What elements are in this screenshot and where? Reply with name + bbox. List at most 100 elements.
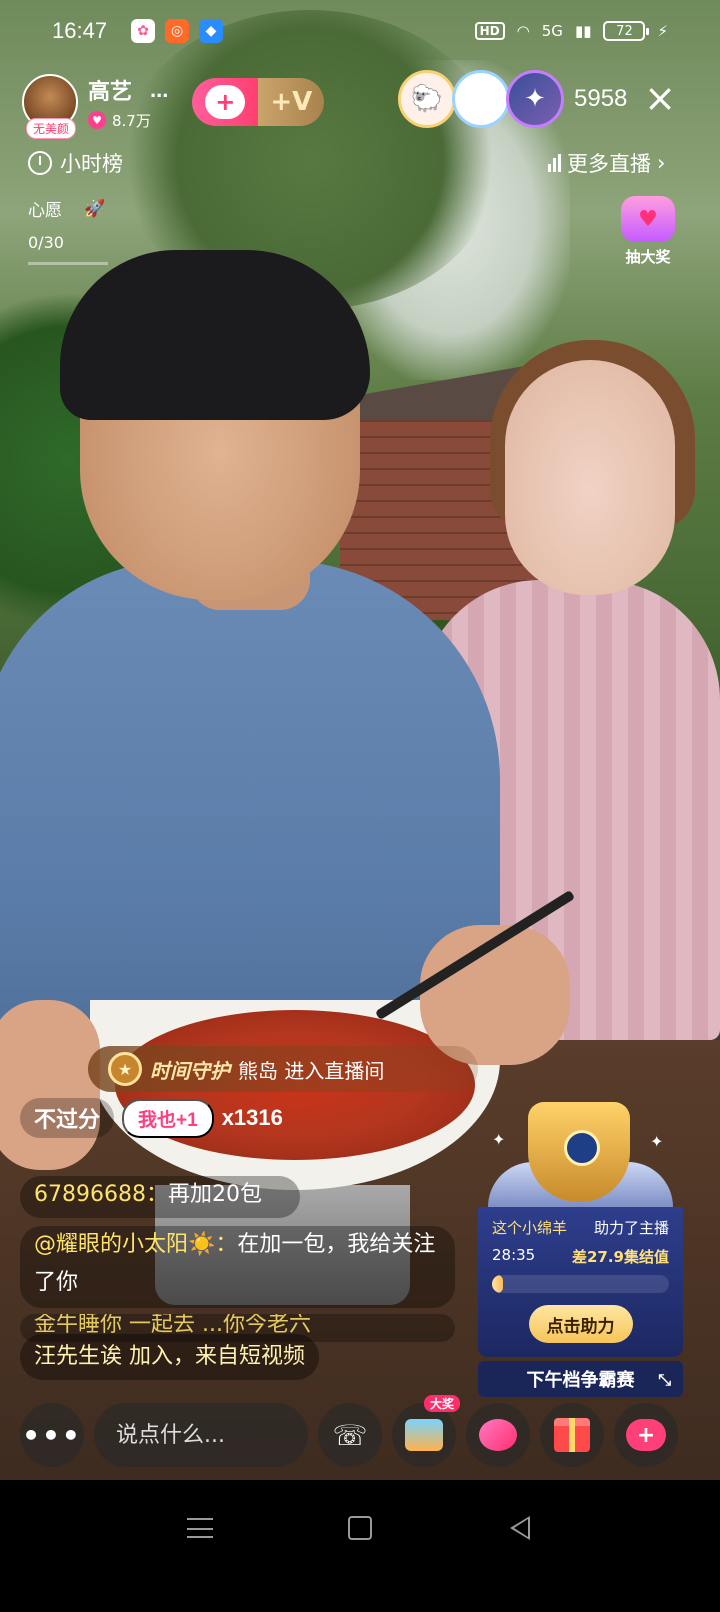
contest-timer: 28:35 xyxy=(492,1246,536,1264)
follow-button[interactable]: + xyxy=(192,78,259,126)
fans-count: 8.7万 xyxy=(112,111,151,130)
woman-face xyxy=(505,360,675,595)
viewer-count[interactable]: 5958 xyxy=(574,85,627,113)
viewer-avatar-anime[interactable]: ✦ xyxy=(506,70,564,128)
host-info-pill[interactable]: 无美颜 高艺 ... ♥ 8.7万 + +V xyxy=(22,72,325,139)
chat-separator: ： xyxy=(215,1232,238,1257)
contest-body: 这个小绵羊 助力了主播 28:35 差27.9集结值 点击助力 xyxy=(478,1207,683,1357)
contest-stats-row: 28:35 差27.9集结值 xyxy=(492,1246,669,1267)
home-button[interactable] xyxy=(340,1508,380,1548)
guard-title: 时间守护 xyxy=(150,1058,230,1083)
combo-text: 不过分 xyxy=(20,1098,115,1138)
host-name: 高艺 ... xyxy=(88,74,168,106)
more-live-button[interactable]: 更多直播 › xyxy=(548,148,665,178)
kuaishou-app-icon: ◎ xyxy=(165,19,190,43)
clock-icon xyxy=(28,151,52,175)
heart-plus-icon: + xyxy=(205,85,246,119)
viewer-avatar-cat[interactable]: 🐱 xyxy=(452,70,510,128)
recent-apps-button[interactable] xyxy=(180,1508,220,1548)
more-dots-icon: ••• xyxy=(22,1418,82,1452)
battery-icon: 72 xyxy=(603,21,650,41)
home-icon xyxy=(348,1516,372,1540)
signal-bars-icon: ▮▮ xyxy=(574,22,592,40)
chat-separator: ： xyxy=(145,1182,168,1207)
back-triangle-icon xyxy=(510,1516,530,1540)
guard-entry-banner: ★ 时间守护 熊岛 进入直播间 xyxy=(88,1046,478,1092)
guard-message: 熊岛 进入直播间 xyxy=(238,1058,385,1083)
back-button[interactable] xyxy=(500,1508,540,1548)
gift-button[interactable] xyxy=(540,1403,604,1467)
contest-progress-bar xyxy=(492,1275,669,1293)
bars-icon xyxy=(548,154,561,172)
chat-text: 再加20包 xyxy=(168,1182,262,1207)
wish-widget[interactable]: 心愿 🚀 0/30 xyxy=(28,196,108,265)
join-message: 汪先生诶 加入，来自短视频 xyxy=(20,1334,319,1380)
lottery-button[interactable]: ♥ 抽大奖 xyxy=(618,196,678,267)
contest-card[interactable]: ✦ ✦ 这个小绵羊 助力了主播 28:35 差27.9集结值 点击助力 下午档争… xyxy=(478,1102,683,1397)
chat-message[interactable]: @耀眼的小太阳☀️：在加一包，我给关注了你 xyxy=(20,1226,455,1308)
help-boost-button[interactable]: 点击助力 xyxy=(528,1305,633,1343)
signal-5g-icon: 5G xyxy=(541,22,563,40)
trophy-graphic: ✦ ✦ xyxy=(478,1102,683,1207)
sparkle-icon: ✦ xyxy=(492,1130,506,1149)
pink-heart-icon xyxy=(479,1419,517,1451)
menu-icon xyxy=(187,1518,213,1538)
combo-count: x1316 xyxy=(221,1105,283,1130)
vip-button[interactable]: +V xyxy=(258,78,325,126)
contest-progress-fill xyxy=(492,1275,503,1293)
comment-input[interactable] xyxy=(94,1403,308,1467)
sparkle-icon: ✦ xyxy=(650,1132,664,1151)
top-viewers[interactable]: 🐑 🐱 ✦ 5958 xyxy=(398,70,627,128)
hour-rank-label: 小时榜 xyxy=(60,152,123,176)
contest-footer-label: 下午档争霸赛 xyxy=(526,1370,635,1391)
chat-username[interactable]: @耀眼的小太阳☀️ xyxy=(34,1232,215,1257)
charging-icon: ⚡ xyxy=(657,22,668,40)
chat-username[interactable]: 67896688 xyxy=(34,1182,146,1207)
contest-footer[interactable]: 下午档争霸赛 ⤡ xyxy=(478,1361,683,1397)
big-prize-badge: 大奖 xyxy=(423,1395,460,1412)
contest-helped-text: 助力了主播 xyxy=(593,1219,669,1237)
no-filter-badge: 无美颜 xyxy=(26,118,77,139)
host-fans: ♥ 8.7万 xyxy=(88,110,168,131)
system-nav-bar xyxy=(0,1480,720,1612)
lottery-heart-icon: ♥ xyxy=(621,196,675,242)
phone-link-icon: ☏ xyxy=(332,1418,368,1452)
status-bar: 16:47 ✿ ◎ ◆ HD ◠ 5G ▮▮ 72 ⚡ xyxy=(0,0,720,62)
more-live-label: 更多直播 xyxy=(567,152,651,176)
gift-icon xyxy=(554,1418,590,1452)
wish-title: 心愿 🚀 xyxy=(28,196,108,222)
host-name-text: 高艺 xyxy=(88,78,133,104)
trophy-cup-icon xyxy=(528,1102,630,1202)
guard-shield-icon: ★ xyxy=(108,1052,142,1086)
lottery-label: 抽大奖 xyxy=(625,248,671,266)
wifi-icon: ◠ xyxy=(516,22,530,40)
chat-message[interactable]: 67896688：再加20包 xyxy=(20,1176,300,1218)
more-button[interactable]: ••• xyxy=(20,1403,84,1467)
contest-gap: 差27.9集结值 xyxy=(571,1248,669,1266)
wish-progress-bar xyxy=(28,262,108,265)
combo-row: 不过分 我也+1 x1316 xyxy=(20,1098,283,1138)
viewer-avatar-sheep[interactable]: 🐑 xyxy=(398,70,456,128)
host-info: 高艺 ... ♥ 8.7万 xyxy=(88,74,168,131)
heart-plus-icon: + xyxy=(626,1419,666,1451)
treasure-chest-icon xyxy=(405,1419,443,1451)
contest-helper-row: 这个小绵羊 助力了主播 xyxy=(492,1217,669,1238)
status-app-icons: ✿ ◎ ◆ xyxy=(131,19,224,43)
wish-label: 心愿 xyxy=(28,201,62,221)
voice-call-button[interactable]: ☏ xyxy=(318,1403,382,1467)
host-avatar[interactable]: 无美颜 xyxy=(22,74,78,139)
host-name-ellipsis: ... xyxy=(150,76,169,102)
rocket-icon: 🚀 xyxy=(84,198,106,219)
treasure-chest-button[interactable]: 大奖 xyxy=(392,1395,460,1467)
left-hand xyxy=(0,1000,100,1170)
like-heart-button[interactable] xyxy=(466,1403,530,1467)
plus-one-button[interactable]: 我也+1 xyxy=(122,1098,214,1138)
close-button[interactable]: × xyxy=(640,79,680,120)
expand-icon[interactable]: ⤡ xyxy=(658,1370,671,1390)
hour-rank-button[interactable]: 小时榜 xyxy=(28,148,123,178)
app-notification-icon: ✿ xyxy=(131,19,156,43)
fan-club-button[interactable]: + xyxy=(614,1403,678,1467)
status-right: HD ◠ 5G ▮▮ 72 ⚡ xyxy=(474,21,668,41)
status-time: 16:47 xyxy=(52,18,108,43)
hd-icon: HD xyxy=(474,22,505,40)
